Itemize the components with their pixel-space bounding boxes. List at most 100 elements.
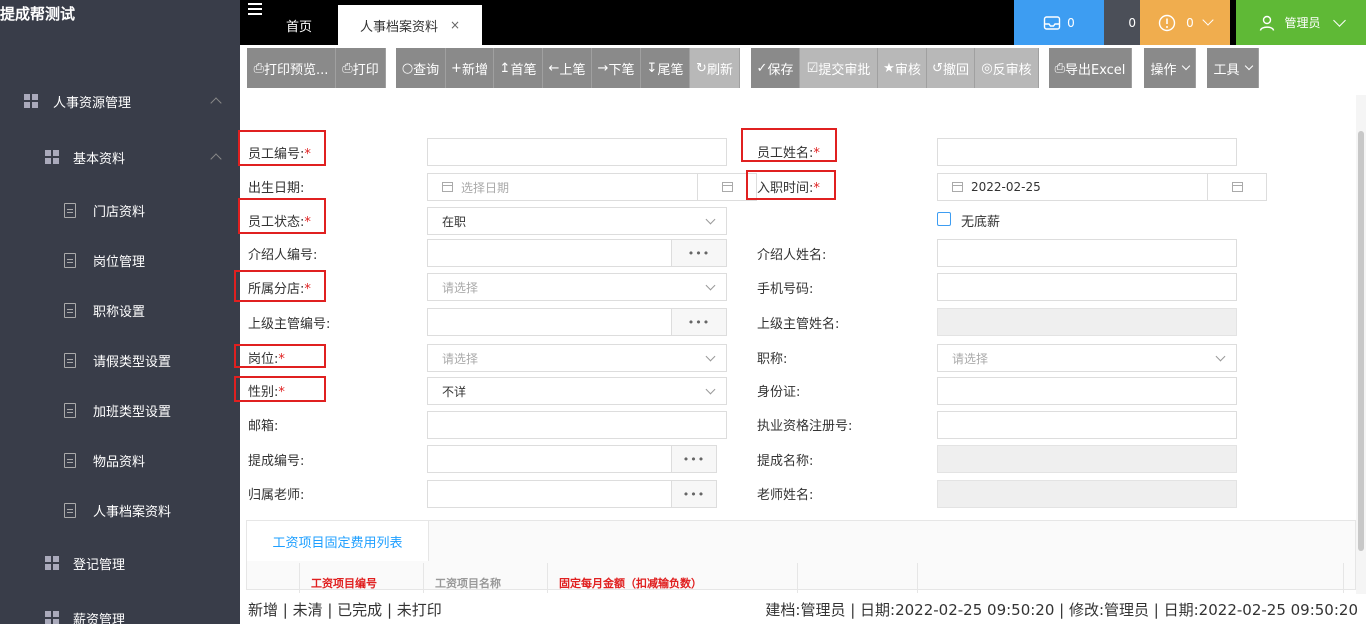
star-icon: ★	[883, 60, 895, 76]
user-menu[interactable]: 管理员	[1236, 0, 1366, 45]
audit-button[interactable]: ★ 审核	[878, 48, 927, 88]
record-audit-info: 建档:管理员 | 日期:2022-02-25 09:50:20 | 修改:管理员…	[765, 600, 1358, 619]
comm-no-lookup-button[interactable]: •••	[671, 445, 717, 473]
arrow-left-icon: ←	[548, 60, 560, 76]
arrow-up-icon: ↥	[499, 60, 511, 76]
file-icon	[64, 252, 76, 268]
sidebar-group-basic[interactable]: 基本资料	[0, 139, 240, 175]
emp-no-label: 员工编号:*	[248, 147, 311, 162]
scrollbar-thumb[interactable]	[1358, 131, 1364, 551]
branch-select[interactable]: 请选择	[427, 273, 727, 301]
next-button[interactable]: → 下笔	[592, 48, 641, 88]
sidebar-group-register[interactable]: 登记管理	[0, 545, 240, 581]
title-select[interactable]: 请选择	[937, 344, 1237, 372]
teacher-input[interactable]	[427, 480, 672, 508]
export-excel-button[interactable]: ⎙ 导出Excel	[1049, 48, 1132, 88]
ref-no-input[interactable]	[427, 239, 672, 267]
inbox-count: 0	[1067, 15, 1075, 30]
tab-personnel[interactable]: 人事档案资料 ×	[338, 5, 482, 45]
join-date-input[interactable]: 2022-02-25	[937, 173, 1208, 201]
tab-home[interactable]: 首页	[270, 5, 328, 45]
record-status: 新增 | 未清 | 已完成 | 未打印	[248, 600, 442, 619]
save-button[interactable]: ✓ 保存	[751, 48, 800, 88]
sup-no-input[interactable]	[427, 308, 672, 336]
calendar-icon	[952, 182, 963, 192]
chevron-down-icon	[1181, 61, 1190, 71]
column-divider	[797, 563, 798, 593]
tools-dropdown[interactable]: 工具	[1207, 48, 1259, 88]
sidebar-item-goods[interactable]: 物品资料	[0, 442, 240, 478]
printer-icon: ⎙	[342, 60, 353, 76]
sidebar-item-leave-type[interactable]: 请假类型设置	[0, 342, 240, 378]
column-divider	[1343, 563, 1344, 593]
add-button[interactable]: + 新增	[446, 48, 494, 88]
refresh-icon: ↻	[696, 60, 707, 76]
sidebar-item-label: 请假类型设置	[93, 354, 172, 370]
sidebar-item-title[interactable]: 职称设置	[0, 292, 240, 328]
search-icon: ○	[401, 60, 414, 76]
ref-no-lookup-button[interactable]: •••	[671, 239, 727, 267]
teacher-lookup-button[interactable]: •••	[671, 480, 717, 508]
grid-icon	[45, 611, 59, 624]
print-button[interactable]: ⎙ 打印	[336, 48, 386, 88]
ref-name-label: 介绍人姓名:	[757, 248, 827, 263]
tab-salary-items[interactable]: 工资项目固定费用列表	[247, 521, 429, 561]
post-select[interactable]: 请选择	[427, 344, 727, 372]
file-icon	[64, 452, 76, 468]
column-divider	[547, 563, 548, 593]
no-base-checkbox[interactable]	[937, 212, 951, 226]
comm-name-input	[937, 445, 1237, 473]
sup-name-input	[937, 308, 1237, 336]
menu-icon[interactable]	[248, 3, 262, 15]
sidebar-group-hr[interactable]: 人事资源管理	[0, 83, 240, 119]
license-input[interactable]	[937, 411, 1237, 439]
sidebar-item-post[interactable]: 岗位管理	[0, 242, 240, 278]
emp-no-input[interactable]	[427, 138, 727, 166]
sidebar-item-personnel[interactable]: 人事档案资料	[0, 492, 240, 528]
sidebar-item-label: 物品资料	[93, 454, 146, 470]
grid-icon	[45, 150, 59, 164]
gender-select[interactable]: 不详	[427, 377, 727, 405]
inbox-button[interactable]: 0	[1014, 0, 1104, 45]
alert-button[interactable]: 0	[1140, 0, 1230, 45]
sup-no-lookup-button[interactable]: •••	[671, 308, 727, 336]
prev-button[interactable]: ← 上笔	[543, 48, 592, 88]
revoke-button[interactable]: ↺ 撤回	[927, 48, 975, 88]
query-button[interactable]: ○ 查询	[396, 48, 446, 88]
ref-name-input[interactable]	[937, 239, 1237, 267]
license-label: 执业资格注册号:	[757, 419, 853, 434]
plus-icon: +	[451, 60, 462, 76]
arrow-down-icon: ↧	[646, 60, 658, 76]
refresh-button[interactable]: ↻ 刷新	[690, 48, 740, 88]
column-divider	[299, 563, 300, 593]
unaudit-button[interactable]: ◎ 反审核	[975, 48, 1039, 88]
mail-count: 0	[1128, 15, 1136, 30]
alert-count: 0	[1186, 15, 1194, 30]
idcard-input[interactable]	[937, 377, 1237, 405]
email-input[interactable]	[427, 411, 727, 439]
emp-name-input[interactable]	[937, 138, 1237, 166]
mail-count-box: 0	[1104, 0, 1140, 45]
submit-approval-button[interactable]: ☑ 提交审批	[800, 48, 878, 88]
print-preview-button[interactable]: ⎙ 打印预览...	[247, 48, 336, 88]
status-select[interactable]: 在职	[427, 207, 727, 235]
sidebar-group-label: 薪资管理	[73, 612, 126, 624]
sidebar-group-salary[interactable]: 薪资管理	[0, 600, 240, 624]
sidebar-item-overtime-type[interactable]: 加班类型设置	[0, 392, 240, 428]
scrollbar[interactable]	[1356, 95, 1366, 595]
birth-date-input[interactable]: 选择日期	[427, 173, 698, 201]
join-calendar-button[interactable]	[1207, 173, 1267, 201]
sidebar-item-label: 人事档案资料	[93, 504, 172, 520]
sidebar-item-store[interactable]: 门店资料	[0, 192, 240, 228]
comm-no-input[interactable]	[427, 445, 672, 473]
phone-input[interactable]	[937, 273, 1237, 301]
last-button[interactable]: ↧ 尾笔	[641, 48, 690, 88]
sidebar-group-label: 基本资料	[73, 151, 126, 167]
chevron-down-icon	[1244, 61, 1253, 71]
edit-icon: ☑	[806, 60, 819, 76]
close-icon[interactable]: ×	[450, 18, 460, 32]
first-button[interactable]: ↥ 首笔	[494, 48, 543, 88]
calendar-icon	[442, 182, 453, 192]
operate-dropdown[interactable]: 操作	[1144, 48, 1196, 88]
col-header-item-no: 工资项目编号	[311, 577, 377, 590]
